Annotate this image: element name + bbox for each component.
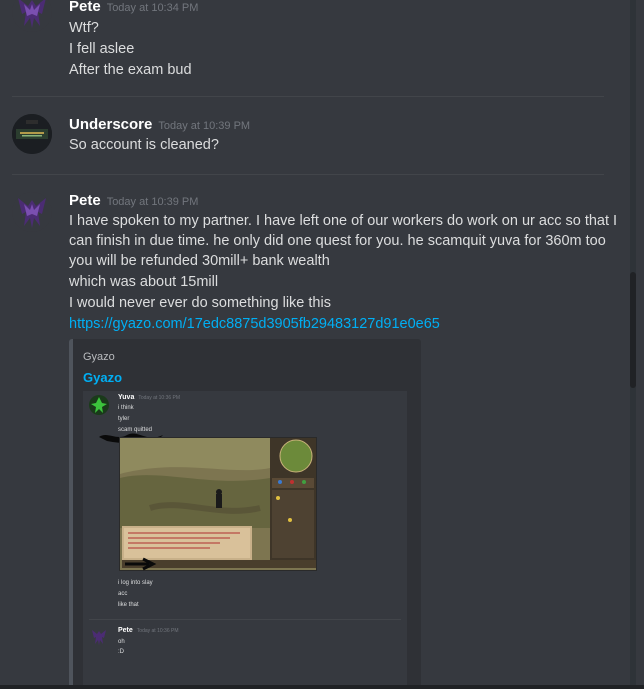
message-text: like that — [118, 602, 139, 608]
bottom-edge — [0, 685, 644, 689]
link-embed: Gyazo Gyazo Yuva Today at 10:36 PM i thin… — [69, 339, 421, 689]
message-divider — [12, 174, 604, 175]
message-text: i think — [118, 405, 134, 411]
message-divider — [89, 619, 401, 620]
message-text: you will be refunded 30mill+ bank wealth — [69, 253, 330, 269]
message-author: Pete Today at 10:36 PM — [118, 627, 179, 634]
message-divider — [12, 96, 604, 97]
message-text: After the exam bud — [69, 62, 192, 78]
message-text: which was about 15mill — [69, 274, 219, 290]
message-author[interactable]: Pete Today at 10:34 PM — [69, 0, 198, 15]
avatar-pete — [89, 627, 109, 647]
avatar-underscore[interactable] — [12, 114, 52, 154]
message-text: Wtf? — [69, 20, 99, 36]
embed-title[interactable]: Gyazo — [83, 370, 122, 385]
arrow-scribble — [125, 557, 157, 571]
message-text: i log into slay — [118, 580, 153, 586]
embed-provider[interactable]: Gyazo — [83, 351, 115, 363]
avatar-pete[interactable] — [12, 0, 52, 32]
message-text: can finish in due time. he only did one … — [69, 233, 606, 249]
message-author[interactable]: Underscore Today at 10:39 PM — [69, 116, 250, 133]
message-timestamp: Today at 10:39 PM — [106, 196, 199, 208]
message-timestamp: Today at 10:36 PM — [136, 628, 179, 634]
message-group: Pete Today at 10:39 PM I have spoken to m… — [0, 186, 617, 332]
message-author[interactable]: Pete Today at 10:39 PM — [69, 192, 198, 209]
message-timestamp: Today at 10:36 PM — [138, 395, 181, 401]
message-text: So account is cleaned? — [69, 137, 219, 153]
scrollbar-thumb[interactable] — [630, 272, 636, 388]
message-timestamp: Today at 10:34 PM — [106, 2, 199, 14]
chat-messages: Pete Today at 10:34 PM Wtf? I fell aslee … — [0, 0, 620, 689]
message-timestamp: Today at 10:39 PM — [158, 120, 251, 132]
message-text: acc — [118, 591, 128, 597]
message-text: I have spoken to my partner. I have left… — [69, 213, 618, 229]
message-text: tyler — [118, 416, 130, 422]
message-text: oh — [118, 639, 125, 645]
embed-image[interactable]: Yuva Today at 10:36 PM i think tyler scam… — [83, 391, 407, 689]
message-text: :D — [118, 649, 124, 655]
message-author: Yuva Today at 10:36 PM — [118, 394, 181, 401]
message-group: Underscore Today at 10:39 PM So account i… — [0, 110, 610, 170]
avatar-yuva — [89, 395, 109, 415]
gyazo-link[interactable]: https://gyazo.com/17edc8875d3905fb294831… — [69, 316, 440, 332]
message-text: I fell aslee — [69, 41, 135, 57]
avatar-pete[interactable] — [12, 192, 52, 232]
game-screenshot — [119, 437, 317, 571]
message-group: Pete Today at 10:34 PM Wtf? I fell aslee … — [0, 0, 610, 90]
message-text: I would never ever do something like thi… — [69, 295, 331, 311]
